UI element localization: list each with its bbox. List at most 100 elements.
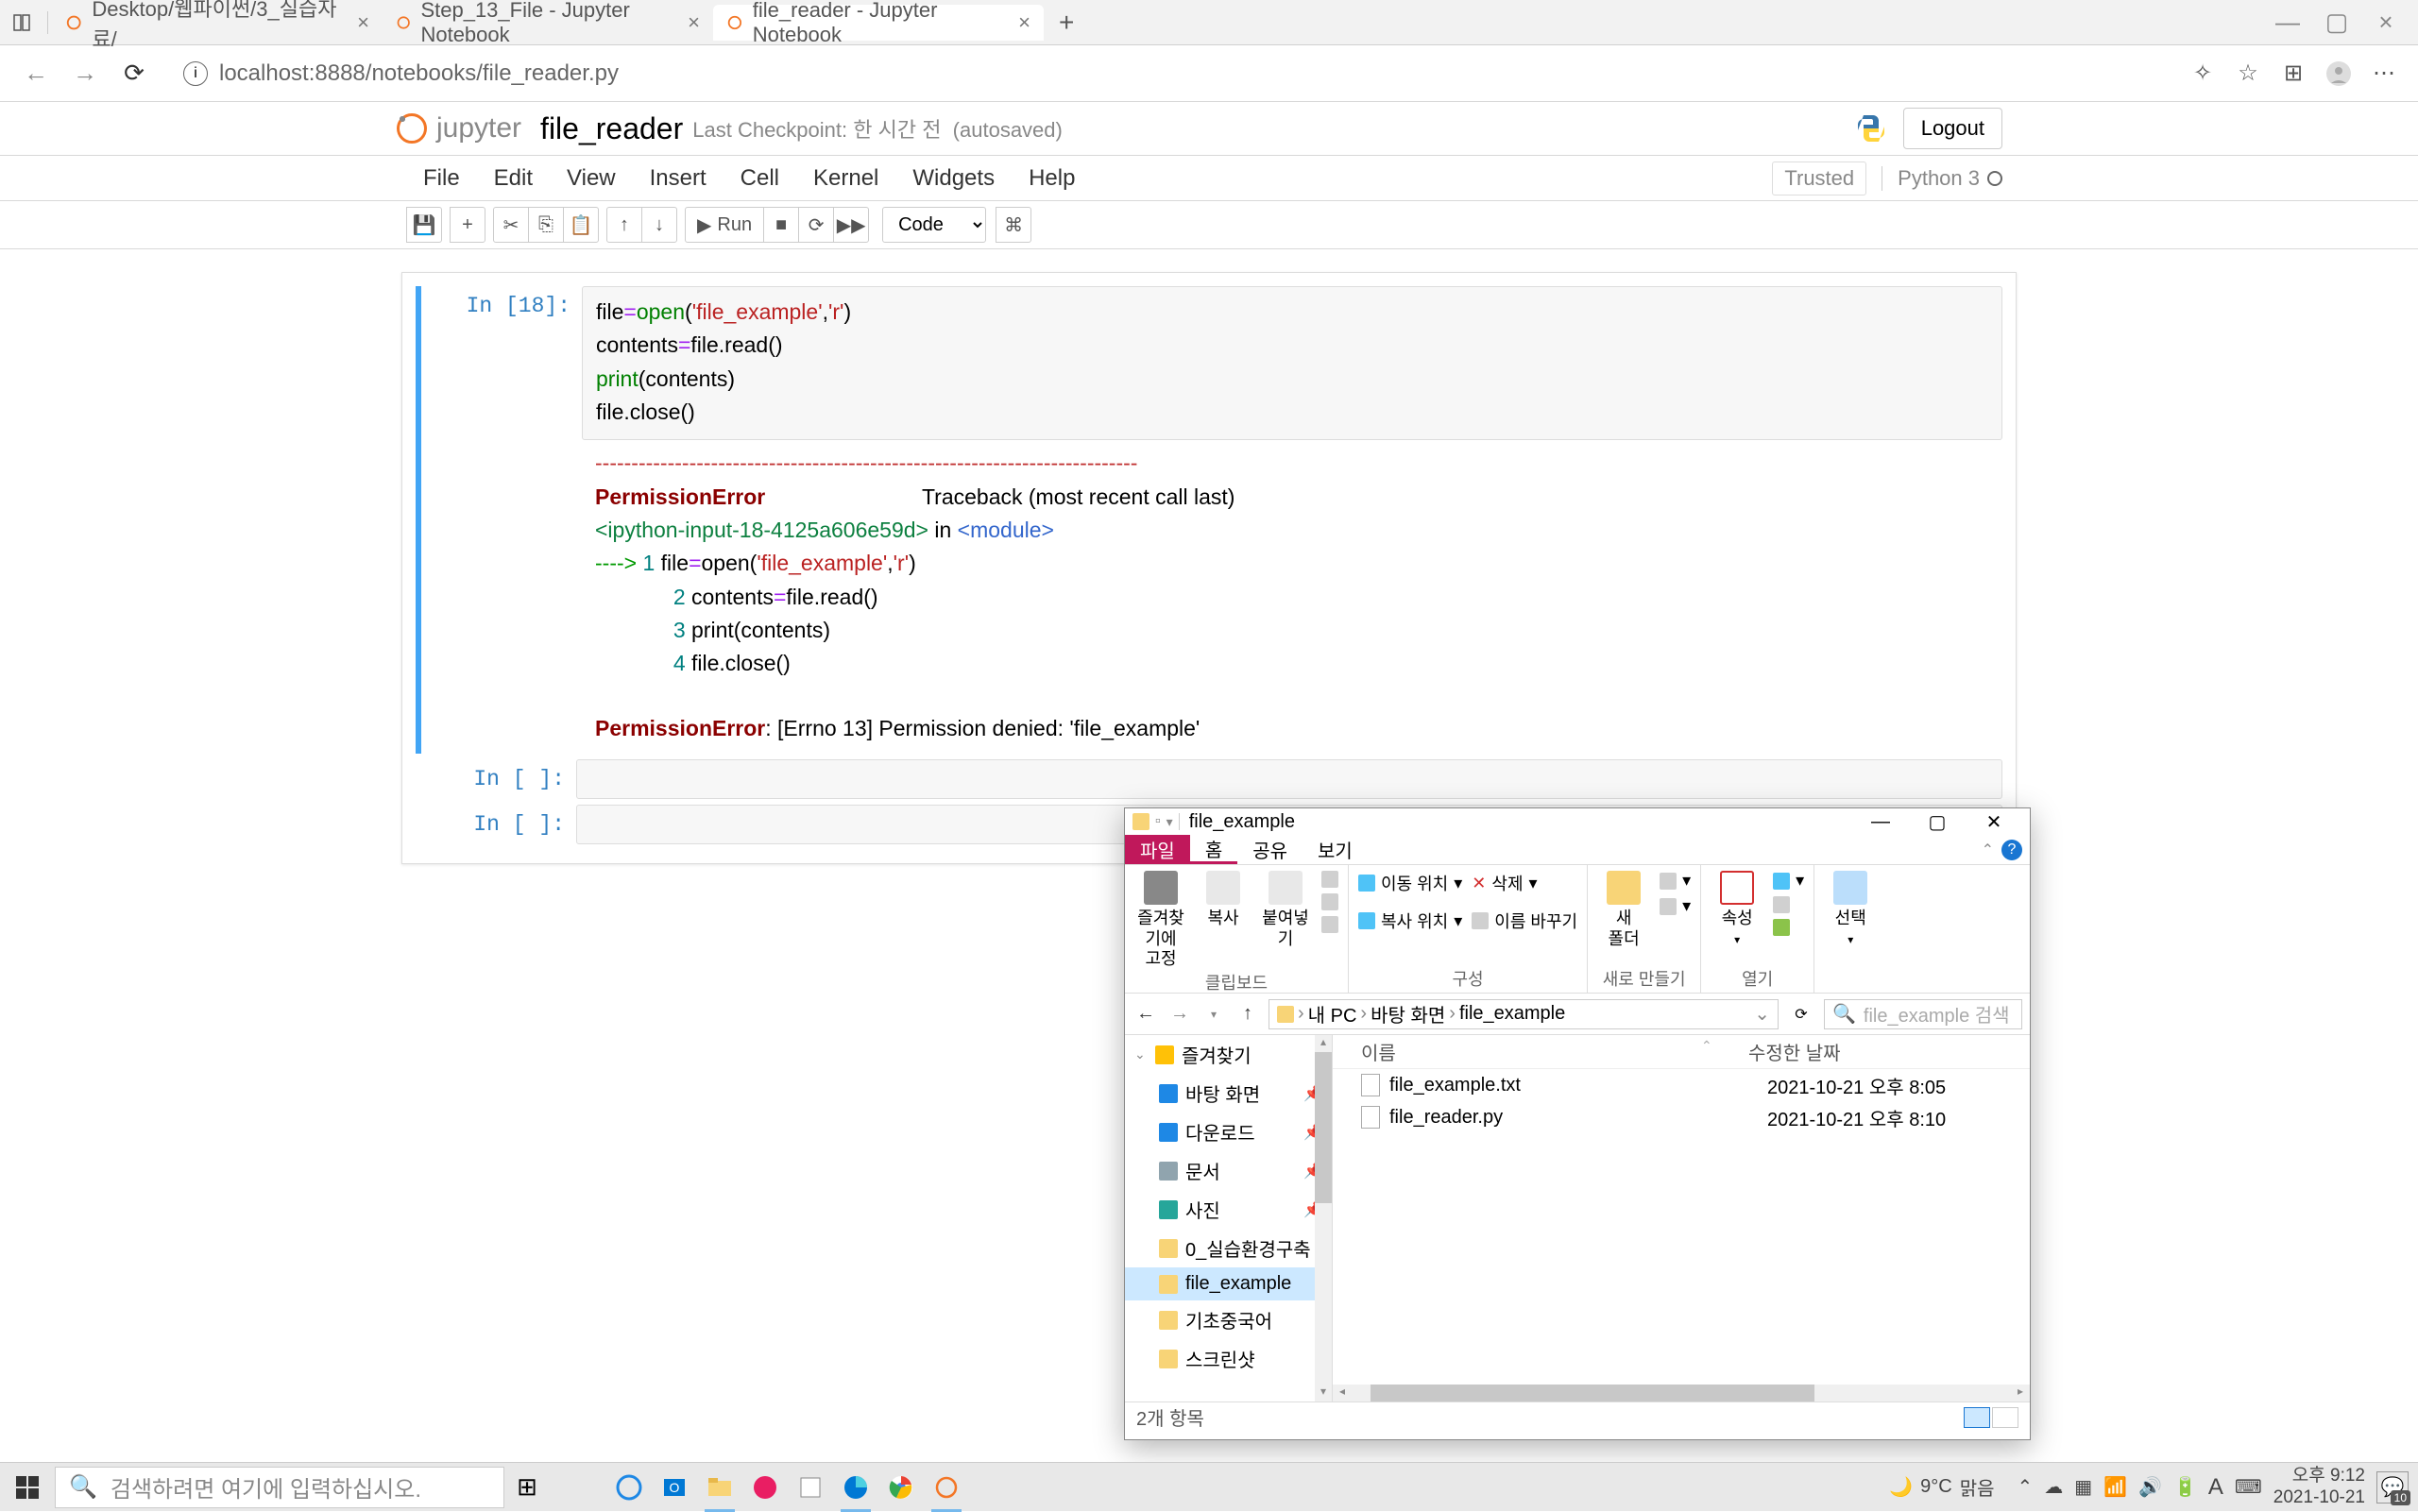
sidebar-folder-3[interactable]: 스크린샷: [1125, 1339, 1332, 1378]
help-icon[interactable]: ?: [2001, 840, 2022, 860]
paste-button[interactable]: 붙여넣기: [1259, 871, 1312, 949]
trusted-badge[interactable]: Trusted: [1772, 161, 1866, 195]
explorer-titlebar[interactable]: ▫ ▾ file_example — ▢ ✕: [1125, 808, 2030, 835]
tray-wifi-icon[interactable]: 📶: [2103, 1475, 2127, 1499]
maximize-icon[interactable]: ▢: [2318, 4, 2356, 42]
delete-button[interactable]: ✕삭제 ▾: [1472, 871, 1577, 895]
cell-type-select[interactable]: Code: [882, 207, 986, 243]
sidebar-folder-1[interactable]: file_example: [1125, 1267, 1332, 1300]
tray-volume-icon[interactable]: 🔊: [2138, 1475, 2162, 1499]
taskbar-chrome-icon[interactable]: [878, 1463, 924, 1512]
horizontal-scrollbar[interactable]: ◂ ▸: [1333, 1385, 2030, 1402]
tray-chevron-up-icon[interactable]: ⌃: [2018, 1475, 2034, 1499]
site-info-icon[interactable]: i: [183, 61, 208, 86]
sidebar-downloads[interactable]: 다운로드📌: [1125, 1113, 1332, 1151]
start-button[interactable]: [0, 1463, 55, 1512]
details-view-button[interactable]: [1964, 1407, 1990, 1428]
cell-input[interactable]: file=open('file_example','r') contents=f…: [582, 286, 2002, 440]
minimize-button[interactable]: —: [1852, 808, 1909, 835]
menu-cell[interactable]: Cell: [724, 156, 796, 201]
tray-clock[interactable]: 오후 9:12 2021-10-21: [2273, 1466, 2365, 1509]
close-button[interactable]: ✕: [1966, 808, 2022, 835]
add-cell-button[interactable]: +: [450, 207, 485, 243]
scrollbar-thumb[interactable]: [1371, 1385, 1814, 1402]
history-icon[interactable]: [1773, 919, 1804, 936]
paste-button[interactable]: 📋: [563, 207, 599, 243]
breadcrumb[interactable]: › 내 PC › 바탕 화면 › file_example ⌄: [1269, 999, 1779, 1029]
easy-access-icon[interactable]: ▾: [1660, 896, 1691, 916]
logout-button[interactable]: Logout: [1903, 108, 2002, 149]
ribbon-tab-file[interactable]: 파일: [1125, 835, 1190, 864]
file-row-1[interactable]: file_example.txt 2021-10-21 오후 8:05: [1333, 1069, 2030, 1101]
reading-list-icon[interactable]: ✧: [2184, 55, 2222, 93]
close-icon[interactable]: ×: [1018, 10, 1030, 35]
column-date[interactable]: 수정한 날짜: [1748, 1038, 2030, 1065]
breadcrumb-item[interactable]: file_example: [1459, 1003, 1565, 1025]
browser-tab-3[interactable]: file_reader - Jupyter Notebook ×: [713, 5, 1044, 41]
file-row-2[interactable]: file_reader.py 2021-10-21 오후 8:10: [1333, 1101, 2030, 1133]
select-button[interactable]: 선택▾: [1824, 871, 1877, 946]
url-field[interactable]: i localhost:8888/notebooks/file_reader.p…: [170, 54, 2169, 93]
new-folder-button[interactable]: 새 폴더: [1597, 871, 1650, 949]
tray-ime-icon[interactable]: A: [2208, 1474, 2223, 1501]
moveto-button[interactable]: 이동 위치 ▾: [1358, 871, 1462, 895]
rename-button[interactable]: 이름 바꾸기: [1472, 909, 1577, 933]
sidebar-pictures[interactable]: 사진📌: [1125, 1190, 1332, 1229]
taskbar-app2-icon[interactable]: [788, 1463, 833, 1512]
weather-widget[interactable]: 🌙 9°C 맑음: [1889, 1473, 1994, 1501]
taskbar-edge-icon[interactable]: [833, 1463, 878, 1512]
maximize-button[interactable]: ▢: [1909, 808, 1966, 835]
collections-icon[interactable]: ⊞: [2274, 55, 2312, 93]
refresh-button[interactable]: ⟳: [1786, 999, 1816, 1029]
sidebar-desktop[interactable]: 바탕 화면📌: [1125, 1074, 1332, 1113]
collapse-ribbon-icon[interactable]: ⌃: [1982, 841, 1994, 859]
back-button[interactable]: ←: [17, 55, 55, 93]
ribbon-tab-share[interactable]: 공유: [1237, 835, 1303, 864]
copy-path-icon[interactable]: [1321, 871, 1338, 888]
menu-kernel[interactable]: Kernel: [796, 156, 895, 201]
run-button[interactable]: ▶ Run: [685, 207, 764, 243]
ribbon-tab-view[interactable]: 보기: [1303, 835, 1368, 864]
edit-icon[interactable]: [1773, 896, 1804, 913]
tray-keyboard-icon[interactable]: ⌨: [2235, 1475, 2262, 1499]
taskbar-search[interactable]: 🔍 검색하려면 여기에 입력하십시오.: [55, 1467, 504, 1508]
new-tab-button[interactable]: +: [1044, 8, 1089, 38]
favorite-icon[interactable]: ☆: [2229, 55, 2267, 93]
tab-actions-icon[interactable]: [8, 8, 36, 37]
code-cell-2[interactable]: In [ ]:: [416, 759, 2002, 799]
sidebar-scrollbar[interactable]: ▴▾: [1315, 1035, 1332, 1402]
recent-dropdown-icon[interactable]: ▾: [1200, 1001, 1227, 1028]
column-name[interactable]: 이름 ⌃: [1333, 1038, 1748, 1065]
kernel-indicator[interactable]: Python 3: [1882, 166, 2002, 191]
qat-dropdown-icon[interactable]: ▾: [1166, 814, 1173, 830]
qat-icon[interactable]: ▫: [1155, 813, 1161, 830]
pin-button[interactable]: 즐겨찾기에 고정: [1134, 871, 1187, 970]
menu-help[interactable]: Help: [1012, 156, 1092, 201]
close-icon[interactable]: ×: [2367, 4, 2405, 42]
breadcrumb-item[interactable]: 내 PC: [1308, 1000, 1357, 1028]
search-input[interactable]: 🔍 file_example 검색: [1824, 999, 2022, 1029]
code-cell-1[interactable]: In [18]: file=open('file_example','r') c…: [416, 286, 2002, 754]
menu-icon[interactable]: ⋯: [2365, 55, 2403, 93]
open-icon[interactable]: ▾: [1773, 871, 1804, 891]
close-icon[interactable]: ×: [688, 10, 700, 35]
scrollbar-thumb[interactable]: [1315, 1052, 1332, 1203]
command-palette-button[interactable]: ⌘: [996, 207, 1031, 243]
back-button[interactable]: ←: [1132, 1001, 1159, 1028]
browser-tab-1[interactable]: Desktop/웹파이썬/3_실습자료/ ×: [52, 5, 383, 41]
new-item-icon[interactable]: ▾: [1660, 871, 1691, 891]
move-down-button[interactable]: ↓: [641, 207, 677, 243]
menu-edit[interactable]: Edit: [477, 156, 550, 201]
profile-icon[interactable]: [2320, 55, 2358, 93]
copyto-button[interactable]: 복사 위치 ▾: [1358, 909, 1462, 933]
paste-shortcut-icon[interactable]: [1321, 893, 1338, 910]
copy-button[interactable]: 복사: [1197, 871, 1250, 929]
tray-onedrive-icon[interactable]: ☁: [2044, 1475, 2063, 1499]
breadcrumb-item[interactable]: 바탕 화면: [1371, 1000, 1445, 1028]
tray-app-icon[interactable]: ▦: [2074, 1475, 2092, 1499]
save-button[interactable]: 💾: [406, 207, 442, 243]
ribbon-tab-home[interactable]: 홈: [1190, 835, 1237, 864]
taskbar-explorer-icon[interactable]: [697, 1463, 742, 1512]
minimize-icon[interactable]: —: [2269, 4, 2307, 42]
menu-insert[interactable]: Insert: [633, 156, 724, 201]
